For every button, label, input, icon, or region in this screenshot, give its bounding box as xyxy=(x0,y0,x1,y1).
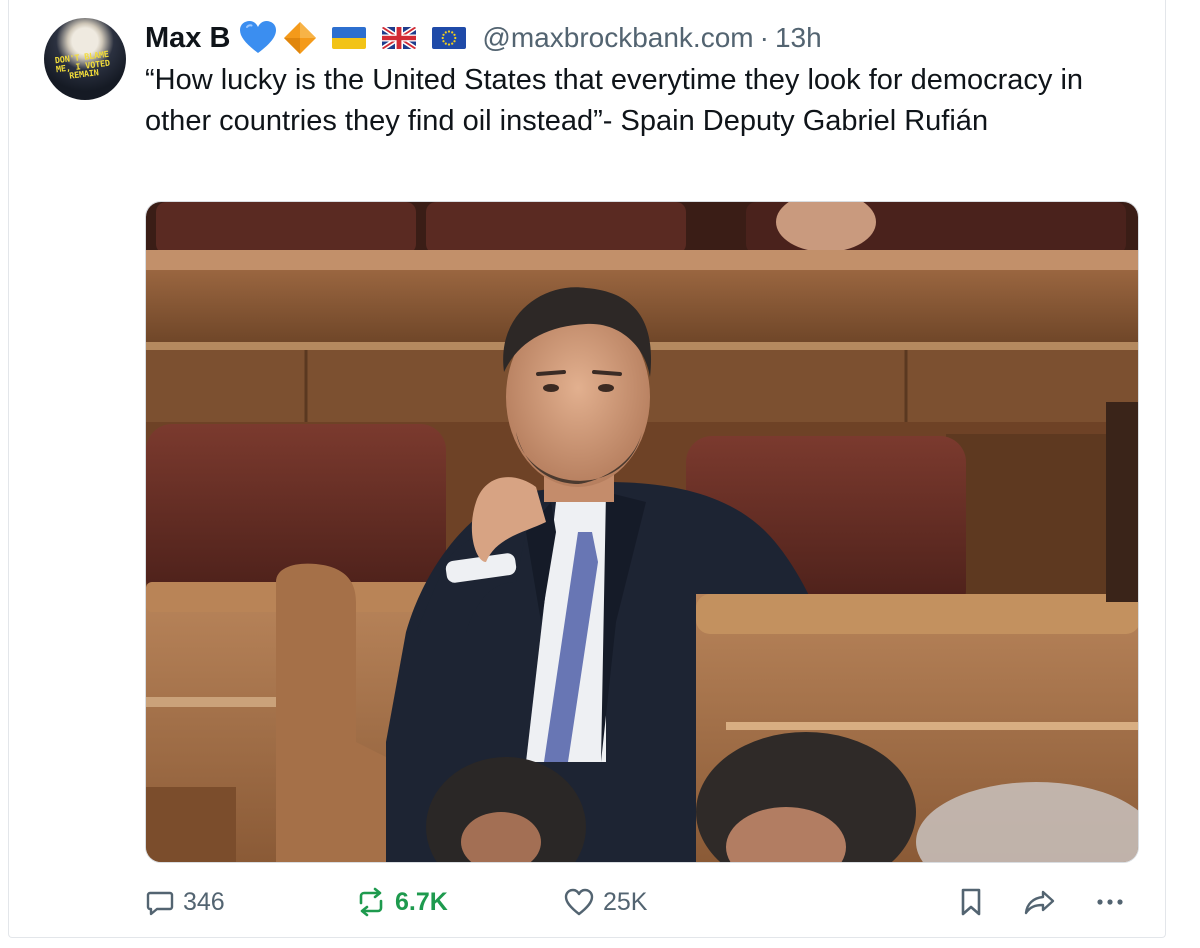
like-button[interactable]: 25K xyxy=(563,880,647,924)
orange-diamond-icon xyxy=(284,22,317,54)
post-text: “How lucky is the United States that eve… xyxy=(145,64,1084,137)
speech-bubble-icon xyxy=(146,891,174,916)
eu-flag-icon xyxy=(432,27,467,49)
avatar-badge-text: DON'T BLAME ME, I VOTED REMAIN xyxy=(54,49,111,82)
blue-heart-icon xyxy=(240,21,277,53)
header-separator: · xyxy=(759,22,769,53)
heart-outline-icon xyxy=(564,888,594,916)
bookmark-icon xyxy=(961,888,981,916)
repost-count: 6.7K xyxy=(395,887,448,916)
more-dots-icon xyxy=(1097,899,1123,905)
post-image[interactable] xyxy=(145,201,1139,863)
post-actions: 346 6.7K 25K xyxy=(145,880,1135,924)
repost-arrows-icon xyxy=(359,887,383,917)
reply-count: 346 xyxy=(183,887,225,916)
like-count: 25K xyxy=(603,887,648,916)
uk-flag-icon xyxy=(382,27,417,49)
author-avatar[interactable]: DON'T BLAME ME, I VOTED REMAIN xyxy=(44,18,126,100)
reply-button[interactable]: 346 xyxy=(145,880,225,924)
author-display-name[interactable]: Max B xyxy=(145,22,230,55)
post-header: Max B @maxbrockbank.com · 13h xyxy=(145,18,822,58)
author-handle[interactable]: @maxbrockbank.com xyxy=(482,22,753,54)
share-arrow-icon xyxy=(1024,890,1055,915)
post-timestamp[interactable]: 13h xyxy=(775,22,822,54)
more-options-button[interactable] xyxy=(1093,880,1135,924)
share-button[interactable] xyxy=(1023,880,1065,924)
repost-button[interactable]: 6.7K xyxy=(355,880,448,924)
ukraine-flag-icon xyxy=(332,27,367,49)
parliament-photo xyxy=(146,202,1138,862)
bookmark-button[interactable] xyxy=(957,880,993,924)
